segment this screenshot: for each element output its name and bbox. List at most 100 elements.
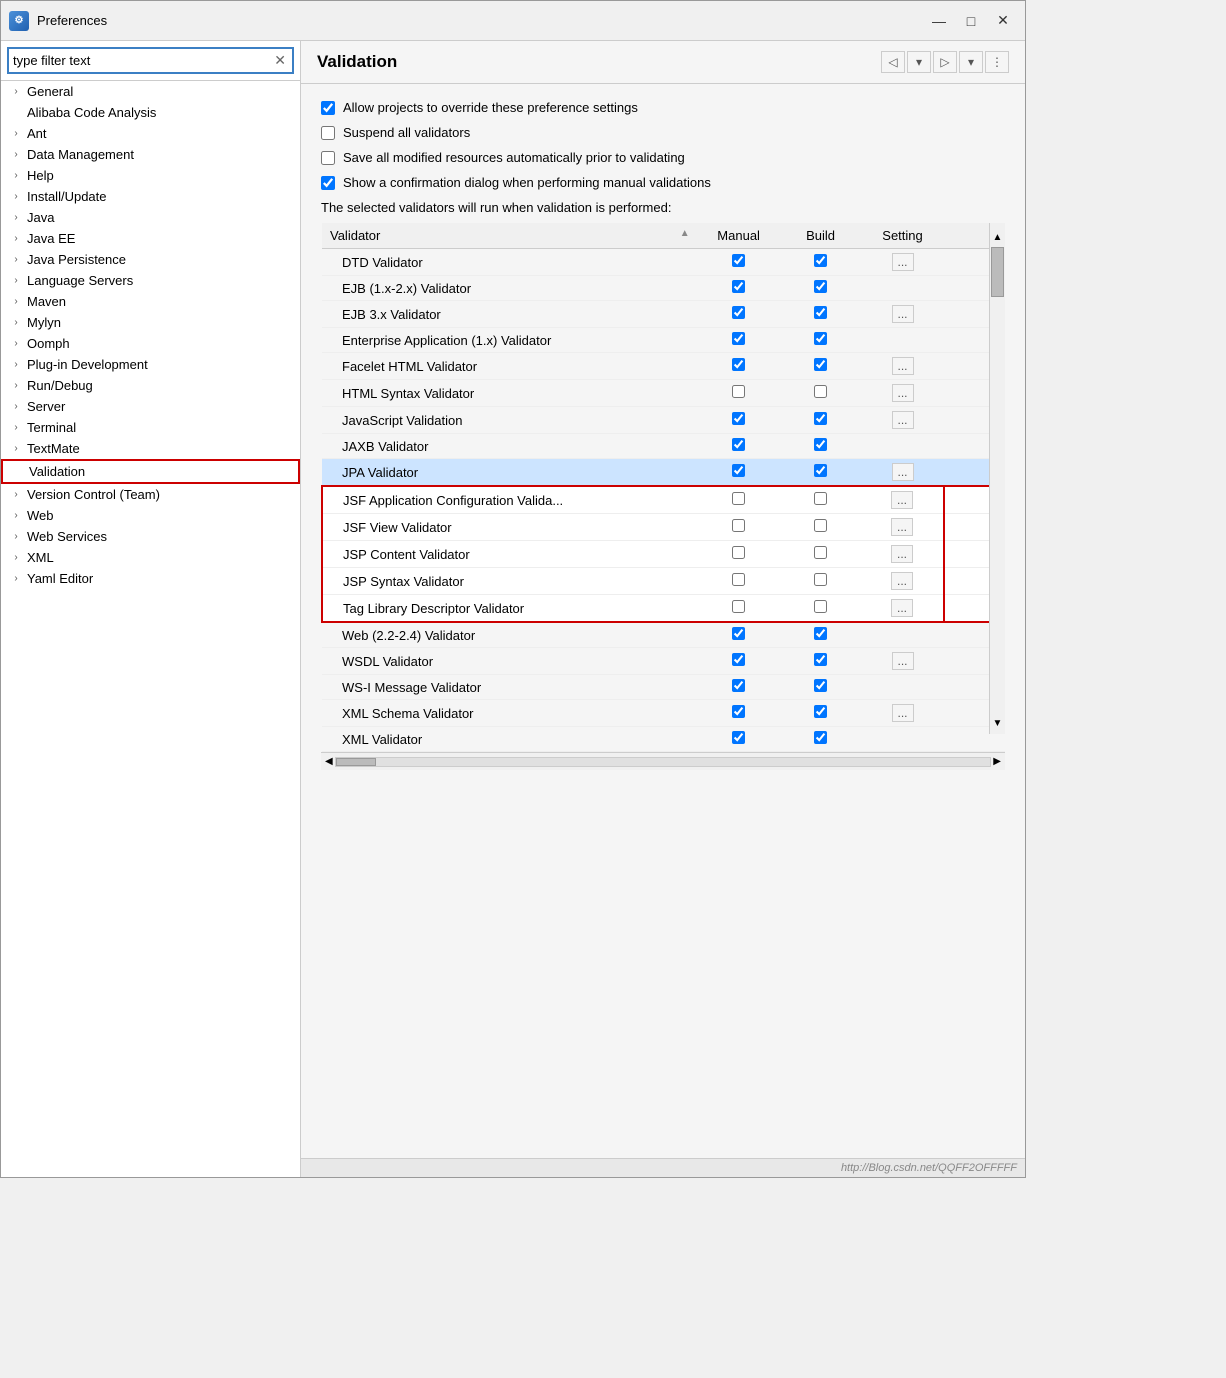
validator-manual-cell[interactable] xyxy=(698,328,780,353)
validator-setting-cell[interactable]: ... xyxy=(862,353,944,380)
sidebar-item-alibaba[interactable]: Alibaba Code Analysis xyxy=(1,102,300,123)
table-row[interactable]: JSP Syntax Validator... xyxy=(322,568,1005,595)
table-row[interactable]: Facelet HTML Validator... xyxy=(322,353,1005,380)
sidebar-item-language-servers[interactable]: ›Language Servers xyxy=(1,270,300,291)
validator-setting-cell[interactable]: ... xyxy=(862,486,944,514)
validator-build-cell[interactable] xyxy=(780,434,862,459)
table-row[interactable]: HTML Syntax Validator... xyxy=(322,380,1005,407)
sidebar-item-terminal[interactable]: ›Terminal xyxy=(1,417,300,438)
checkbox-suspend-all[interactable] xyxy=(321,126,335,140)
checkbox-show-confirmation[interactable] xyxy=(321,176,335,190)
validator-build-cell[interactable] xyxy=(780,595,862,623)
sidebar-item-install-update[interactable]: ›Install/Update xyxy=(1,186,300,207)
sidebar-item-web[interactable]: ›Web xyxy=(1,505,300,526)
validator-setting-cell[interactable]: ... xyxy=(862,648,944,675)
validator-setting-cell[interactable]: ... xyxy=(862,541,944,568)
validator-build-cell[interactable] xyxy=(780,514,862,541)
forward-button[interactable]: ▷ xyxy=(933,51,957,73)
table-row[interactable]: JSF Application Configuration Valida....… xyxy=(322,486,1005,514)
search-clear-button[interactable]: ✕ xyxy=(272,52,288,69)
setting-dots-button[interactable]: ... xyxy=(891,599,913,617)
sidebar-item-ant[interactable]: ›Ant xyxy=(1,123,300,144)
validator-setting-cell[interactable]: ... xyxy=(862,380,944,407)
setting-dots-button[interactable]: ... xyxy=(891,491,913,509)
validator-manual-cell[interactable] xyxy=(698,568,780,595)
validator-build-cell[interactable] xyxy=(780,541,862,568)
validator-setting-cell[interactable] xyxy=(862,727,944,752)
validator-build-cell[interactable] xyxy=(780,249,862,276)
setting-dots-button[interactable]: ... xyxy=(892,411,914,429)
validator-setting-cell[interactable]: ... xyxy=(862,301,944,328)
table-row[interactable]: EJB 3.x Validator... xyxy=(322,301,1005,328)
validator-manual-cell[interactable] xyxy=(698,459,780,487)
table-row[interactable]: JAXB Validator xyxy=(322,434,1005,459)
setting-dots-button[interactable]: ... xyxy=(892,652,914,670)
sidebar-item-data-management[interactable]: ›Data Management xyxy=(1,144,300,165)
horizontal-scrollbar[interactable]: ◀ ▶ xyxy=(321,752,1005,770)
table-row[interactable]: DTD Validator... xyxy=(322,249,1005,276)
validator-manual-cell[interactable] xyxy=(698,595,780,623)
back-button[interactable]: ◁ xyxy=(881,51,905,73)
sidebar-item-textmate[interactable]: ›TextMate xyxy=(1,438,300,459)
table-row[interactable]: EJB (1.x-2.x) Validator xyxy=(322,276,1005,301)
setting-dots-button[interactable]: ... xyxy=(892,463,914,481)
validator-build-cell[interactable] xyxy=(780,648,862,675)
setting-dots-button[interactable]: ... xyxy=(892,305,914,323)
setting-dots-button[interactable]: ... xyxy=(891,572,913,590)
validator-manual-cell[interactable] xyxy=(698,541,780,568)
sidebar-item-oomph[interactable]: ›Oomph xyxy=(1,333,300,354)
validator-build-cell[interactable] xyxy=(780,675,862,700)
checkbox-save-all[interactable] xyxy=(321,151,335,165)
validator-build-cell[interactable] xyxy=(780,486,862,514)
validator-build-cell[interactable] xyxy=(780,700,862,727)
validator-manual-cell[interactable] xyxy=(698,380,780,407)
validator-setting-cell[interactable] xyxy=(862,622,944,648)
forward-dropdown-button[interactable]: ▾ xyxy=(959,51,983,73)
validator-manual-cell[interactable] xyxy=(698,301,780,328)
scroll-left-button[interactable]: ◀ xyxy=(325,756,333,767)
validator-manual-cell[interactable] xyxy=(698,353,780,380)
sidebar-item-version-control[interactable]: ›Version Control (Team) xyxy=(1,484,300,505)
scroll-down-button[interactable]: ▼ xyxy=(991,717,1004,730)
validator-manual-cell[interactable] xyxy=(698,249,780,276)
validator-manual-cell[interactable] xyxy=(698,434,780,459)
table-row[interactable]: XML Validator xyxy=(322,727,1005,752)
sidebar-item-maven[interactable]: ›Maven xyxy=(1,291,300,312)
validator-build-cell[interactable] xyxy=(780,353,862,380)
validator-setting-cell[interactable]: ... xyxy=(862,700,944,727)
table-row[interactable]: JSP Content Validator... xyxy=(322,541,1005,568)
validator-setting-cell[interactable]: ... xyxy=(862,595,944,623)
setting-dots-button[interactable]: ... xyxy=(892,384,914,402)
checkbox-allow-override[interactable] xyxy=(321,101,335,115)
validator-setting-cell[interactable] xyxy=(862,328,944,353)
maximize-button[interactable]: □ xyxy=(957,10,985,32)
sidebar-item-help[interactable]: ›Help xyxy=(1,165,300,186)
minimize-button[interactable]: — xyxy=(925,10,953,32)
validator-manual-cell[interactable] xyxy=(698,276,780,301)
search-input[interactable] xyxy=(13,53,272,68)
validator-manual-cell[interactable] xyxy=(698,648,780,675)
table-row[interactable]: WS-I Message Validator xyxy=(322,675,1005,700)
validator-manual-cell[interactable] xyxy=(698,514,780,541)
scrollbar-thumb[interactable] xyxy=(336,758,376,766)
table-row[interactable]: Tag Library Descriptor Validator... xyxy=(322,595,1005,623)
sidebar-item-java-ee[interactable]: ›Java EE xyxy=(1,228,300,249)
table-row[interactable]: XML Schema Validator... xyxy=(322,700,1005,727)
validator-manual-cell[interactable] xyxy=(698,486,780,514)
validator-build-cell[interactable] xyxy=(780,276,862,301)
table-row[interactable]: Enterprise Application (1.x) Validator xyxy=(322,328,1005,353)
menu-button[interactable]: ⋮ xyxy=(985,51,1009,73)
back-dropdown-button[interactable]: ▾ xyxy=(907,51,931,73)
validator-manual-cell[interactable] xyxy=(698,727,780,752)
sidebar-item-plug-in-development[interactable]: ›Plug-in Development xyxy=(1,354,300,375)
table-row[interactable]: WSDL Validator... xyxy=(322,648,1005,675)
table-row[interactable]: Web (2.2-2.4) Validator xyxy=(322,622,1005,648)
setting-dots-button[interactable]: ... xyxy=(891,545,913,563)
validator-build-cell[interactable] xyxy=(780,727,862,752)
sidebar-item-run-debug[interactable]: ›Run/Debug xyxy=(1,375,300,396)
validator-build-cell[interactable] xyxy=(780,328,862,353)
sidebar-item-server[interactable]: ›Server xyxy=(1,396,300,417)
validator-build-cell[interactable] xyxy=(780,459,862,487)
setting-dots-button[interactable]: ... xyxy=(892,704,914,722)
validator-setting-cell[interactable]: ... xyxy=(862,514,944,541)
